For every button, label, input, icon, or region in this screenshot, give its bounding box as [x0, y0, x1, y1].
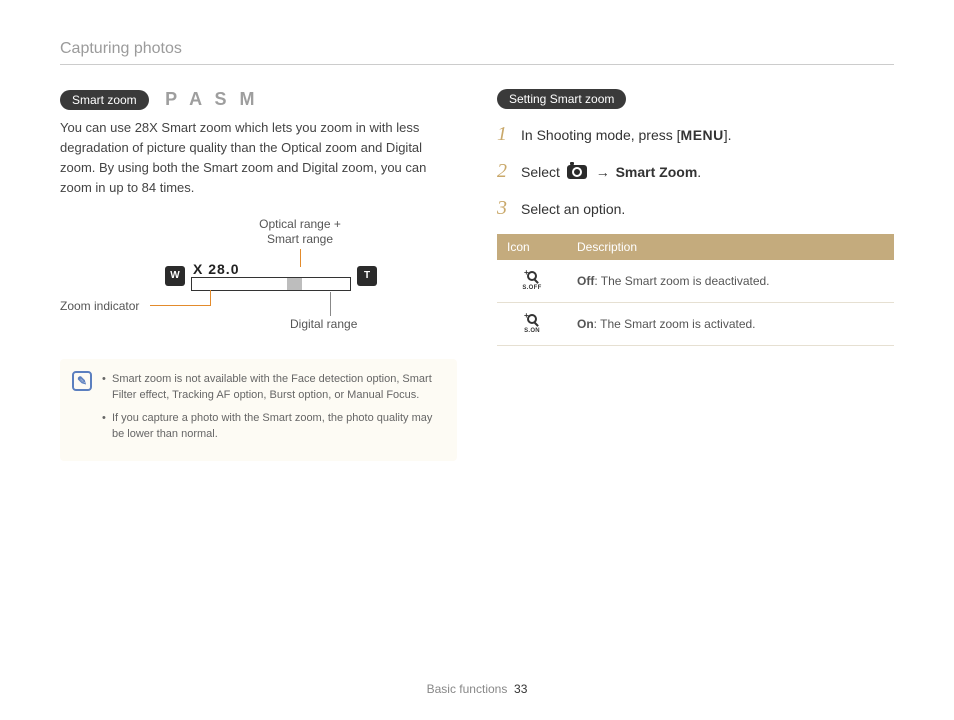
- step-1: 1 In Shooting mode, press [MENU].: [497, 123, 894, 146]
- step-number: 1: [497, 123, 511, 146]
- step-2: 2 Select → Smart Zoom.: [497, 160, 894, 183]
- mode-letters: P A S M: [165, 89, 258, 110]
- step-number: 3: [497, 197, 511, 220]
- menu-glyph: MENU: [681, 127, 724, 143]
- smart-zoom-pill: Smart zoom: [60, 90, 149, 110]
- table-header-desc: Description: [567, 234, 894, 260]
- step-3: 3 Select an option.: [497, 197, 894, 220]
- camera-icon: [567, 165, 587, 179]
- smart-zoom-off-icon: + S.OFF: [521, 270, 543, 291]
- right-column: Setting Smart zoom 1 In Shooting mode, p…: [497, 89, 894, 461]
- left-column: Smart zoom P A S M You can use 28X Smart…: [60, 89, 457, 461]
- table-row: + S.OFF Off: The Smart zoom is deactivat…: [497, 260, 894, 303]
- setting-smart-zoom-pill: Setting Smart zoom: [497, 89, 626, 109]
- zoom-indicator-label: Zoom indicator: [60, 299, 139, 313]
- table-header-icon: Icon: [497, 234, 567, 260]
- options-table: Icon Description + S.OFF Off: The Smart …: [497, 234, 894, 346]
- w-key-icon: W: [165, 266, 185, 286]
- smart-zoom-paragraph: You can use 28X Smart zoom which lets yo…: [60, 118, 457, 199]
- zoom-bar: [191, 277, 351, 291]
- smart-zoom-on-icon: + S.ON: [521, 313, 543, 334]
- zoom-readout: X 28.0: [191, 261, 351, 277]
- note-item: If you capture a photo with the Smart zo…: [102, 410, 443, 443]
- note-item: Smart zoom is not available with the Fac…: [102, 371, 443, 404]
- t-key-icon: T: [357, 266, 377, 286]
- zoom-diagram: Optical range + Smart range W X 28.0: [60, 217, 460, 337]
- page-footer: Basic functions 33: [0, 682, 954, 696]
- arrow-icon: →: [596, 164, 610, 180]
- step-number: 2: [497, 160, 511, 183]
- divider: [60, 64, 894, 65]
- note-icon: ✎: [72, 371, 92, 391]
- breadcrumb: Capturing photos: [60, 40, 894, 58]
- digital-range-label: Digital range: [290, 317, 357, 331]
- optical-range-label: Optical range + Smart range: [230, 217, 370, 248]
- table-row: + S.ON On: The Smart zoom is activated.: [497, 303, 894, 346]
- note-box: ✎ Smart zoom is not available with the F…: [60, 359, 457, 461]
